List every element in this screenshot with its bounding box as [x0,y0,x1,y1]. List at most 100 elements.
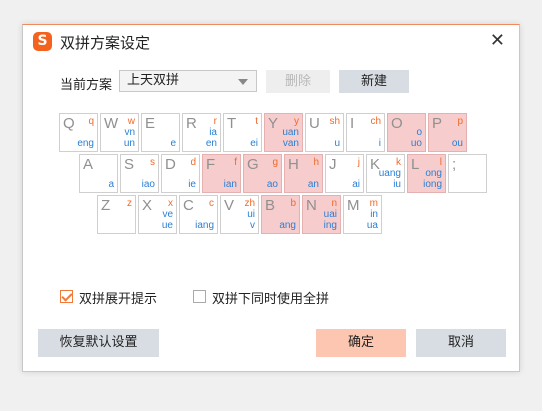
key-k[interactable]: Kk uang iu [366,154,405,193]
key-w[interactable]: Ww vn un [100,113,139,152]
key-v[interactable]: Vzh ui v [220,195,259,234]
key-yunmu: ang [279,220,296,231]
expand-hint-checkbox[interactable] [60,290,73,303]
key-letter: Z [101,197,111,214]
key-letter: W [104,115,119,132]
key-yunmu: iao [142,179,155,190]
key-shengmu: x [168,198,173,209]
key-yunmu: e [170,138,176,149]
key-shengmu: k [396,157,401,168]
key-m[interactable]: Mm in ua [343,195,382,234]
key-u[interactable]: Ush u [305,113,344,152]
key-g[interactable]: Gg ao [243,154,282,193]
key-h[interactable]: Hh an [284,154,323,193]
cancel-button[interactable]: 取消 [416,329,506,357]
key-r[interactable]: Rr ia en [182,113,221,152]
key-yunmu: vn un [124,127,135,149]
key-yunmu: in ua [367,209,378,231]
key-yunmu-line: ao [266,179,278,190]
scheme-dropdown[interactable]: 上天双拼 [119,70,257,92]
close-icon[interactable]: ✕ [490,31,505,51]
key-letter: O [391,115,403,132]
key-yunmu-line: uai [323,209,337,220]
key-shengmu: n [331,198,337,209]
key-yunmu-line: iu [393,179,401,190]
key-letter: J [329,156,337,173]
key-letter: G [247,156,259,173]
scheme-dropdown-value: 上天双拼 [127,73,180,88]
key-shengmu: m [369,198,378,209]
key-q[interactable]: Qq eng [59,113,98,152]
key-b[interactable]: Bb ang [261,195,300,234]
key-letter: D [165,156,176,173]
key-yunmu: iang [195,220,214,231]
key-yunmu-line: iong [423,179,442,190]
key-yunmu: ie [188,179,196,190]
key-letter: S [124,156,135,173]
key-n[interactable]: Nn uai ing [302,195,341,234]
key-yunmu: uan van [282,127,299,149]
key-yunmu: ai [352,179,360,190]
key-yunmu: o uo [411,127,422,149]
key-shengmu: p [457,116,463,127]
key-letter: I [350,115,355,132]
key-letter: A [83,156,94,173]
key-t[interactable]: Tt ei [223,113,262,152]
current-scheme-label: 当前方案 [60,78,113,93]
key-y[interactable]: Yy uan van [264,113,303,152]
key-shengmu: s [150,157,155,168]
key-yunmu-line: an [307,179,319,190]
key-z[interactable]: Zz [97,195,136,234]
key-yunmu-line: u [334,138,340,149]
key-yunmu: an [308,179,319,190]
key-f[interactable]: Ff ian [202,154,241,193]
key-yunmu-line: i [378,138,381,149]
key-shengmu: t [255,116,258,127]
key-yunmu-line: van [282,138,299,149]
key-yunmu-line: ui [247,209,255,220]
key-e[interactable]: Ee [141,113,180,152]
key-i[interactable]: Ich i [346,113,385,152]
key-yunmu-line: eng [77,138,94,149]
key-l[interactable]: Ll ong iong [407,154,446,193]
chevron-down-icon [238,79,248,85]
key-letter: ; [452,156,457,173]
key-letter: T [227,115,237,132]
key-c[interactable]: Cc iang [179,195,218,234]
key-x[interactable]: Xx ve ue [138,195,177,234]
key-o[interactable]: Oo uo [387,113,426,152]
ok-button[interactable]: 确定 [316,329,406,357]
key-yunmu: u [334,138,340,149]
delete-button: 删除 [266,70,330,93]
key-yunmu: ve ue [162,209,173,231]
new-button[interactable]: 新建 [339,70,409,93]
key-semicolon[interactable]: ; [448,154,487,193]
dialog-title: 双拼方案设定 [60,34,151,52]
key-shengmu: h [313,157,319,168]
key-letter: L [411,156,420,173]
key-letter: F [206,156,216,173]
key-yunmu-line: vn [124,127,135,138]
key-yunmu-line: iang [195,220,214,231]
key-yunmu-line: uang [378,168,401,179]
key-shengmu: ch [370,116,381,127]
key-letter: H [288,156,299,173]
key-s[interactable]: Ss iao [120,154,159,193]
key-yunmu: i [379,138,381,149]
key-a[interactable]: Aa [79,154,118,193]
key-yunmu: ou [452,138,463,149]
key-yunmu-line: a [108,179,114,190]
key-yunmu-line: uo [410,138,422,149]
key-p[interactable]: Pp ou [428,113,467,152]
key-yunmu-line: in [370,209,378,220]
sogou-logo-icon: S [33,32,52,51]
use-quanpin-checkbox[interactable] [193,290,206,303]
key-yunmu-line: ou [451,138,463,149]
restore-defaults-button[interactable]: 恢复默认设置 [38,329,159,357]
key-letter: V [224,197,235,214]
key-letter: X [142,197,153,214]
key-j[interactable]: Jj ai [325,154,364,193]
key-yunmu-line: ei [250,138,258,149]
key-letter: E [145,115,156,132]
key-d[interactable]: Dd ie [161,154,200,193]
